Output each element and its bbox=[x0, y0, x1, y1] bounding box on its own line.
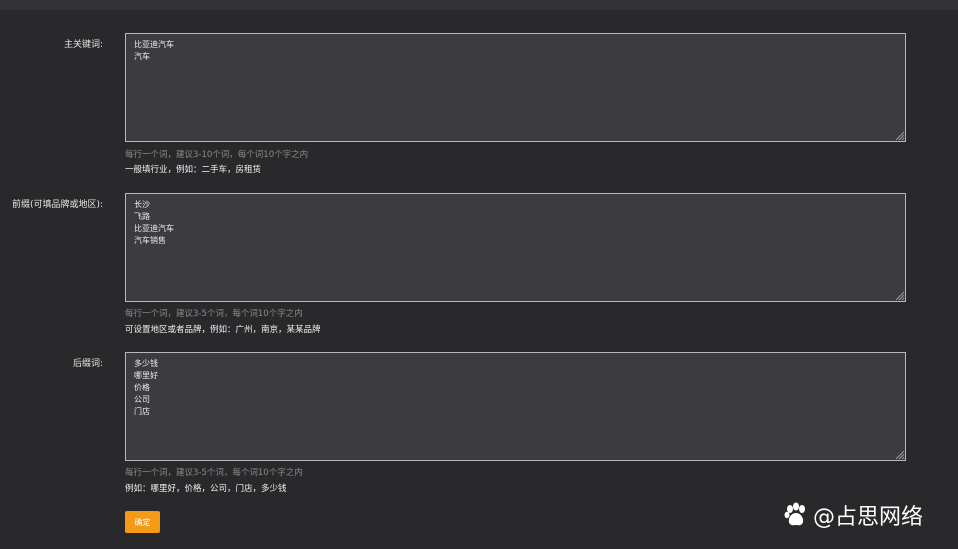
main-keywords-label: 主关键词: bbox=[63, 40, 103, 50]
top-bar bbox=[0, 0, 958, 10]
prefix-words-description: 可设置地区或者品牌，例如：广州，南京，某某品牌 bbox=[125, 325, 321, 335]
suffix-words-description: 例如：哪里好，价格，公司，门店，多少钱 bbox=[125, 484, 287, 494]
main-keywords-row: 主关键词: 比亚迪汽车 汽车 每行一个词，建议3-10个词，每个词10个字之内 … bbox=[0, 33, 958, 175]
suffix-words-label: 后缀词: bbox=[72, 359, 103, 369]
watermark: @占思网络 bbox=[783, 499, 923, 531]
paw-icon bbox=[784, 502, 805, 526]
prefix-words-hint: 每行一个词，建议3-5个词，每个词10个字之内 bbox=[125, 309, 303, 319]
confirm-button[interactable]: 确定 bbox=[125, 511, 160, 533]
prefix-words-label: 前缀(可填品牌或地区): bbox=[11, 200, 103, 210]
prefix-words-row: 前缀(可填品牌或地区): 长沙 飞路 比亚迪汽车 汽车销售 每行一个词，建议3-… bbox=[0, 193, 958, 335]
suffix-words-hint: 每行一个词，建议3-5个词，每个词10个字之内 bbox=[125, 468, 303, 478]
prefix-words-textarea[interactable]: 长沙 飞路 比亚迪汽车 汽车销售 bbox=[125, 193, 906, 302]
main-keywords-description: 一般填行业，例如：二手车，房租赁 bbox=[125, 165, 262, 175]
suffix-words-row: 后缀词: 多少钱 哪里好 价格 公司 门店 每行一个词，建议3-5个词，每个词1… bbox=[0, 352, 958, 494]
main-keywords-textarea[interactable]: 比亚迪汽车 汽车 bbox=[125, 33, 906, 142]
suffix-words-textarea[interactable]: 多少钱 哪里好 价格 公司 门店 bbox=[125, 352, 906, 461]
watermark-text: @占思网络 bbox=[813, 505, 924, 530]
main-keywords-hint: 每行一个词，建议3-10个词，每个词10个字之内 bbox=[125, 150, 309, 160]
